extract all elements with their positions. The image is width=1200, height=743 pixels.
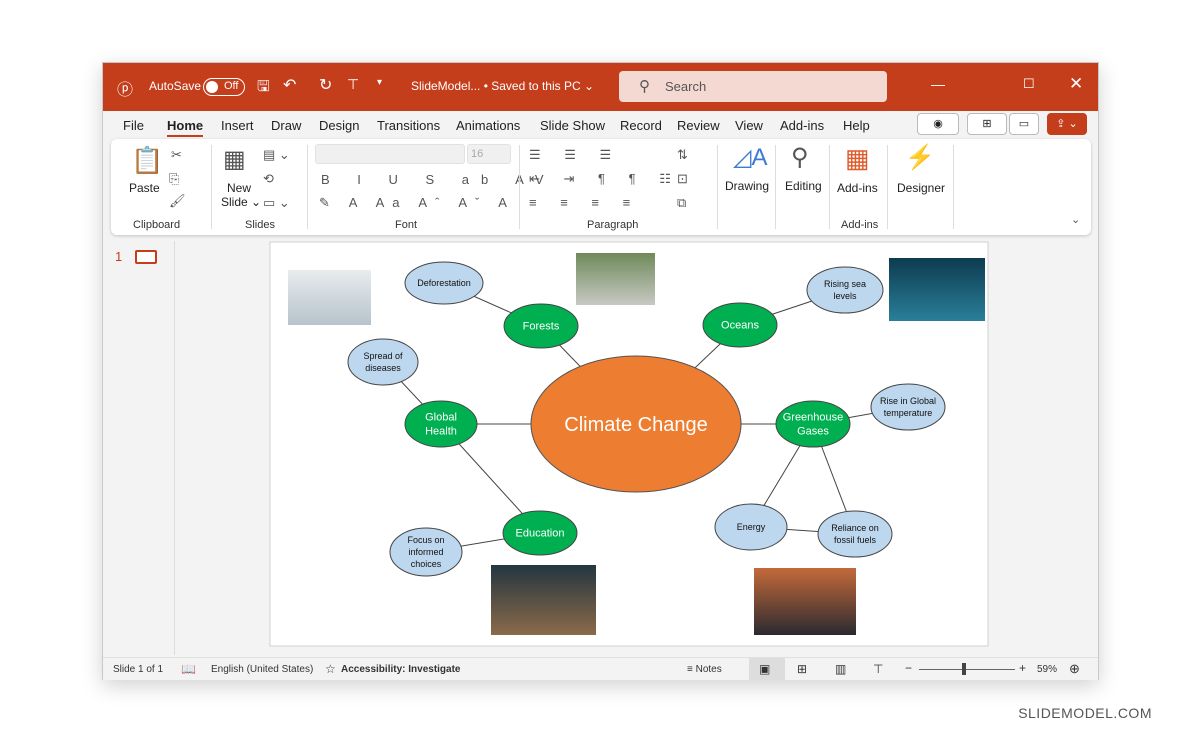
hand-image[interactable] — [288, 270, 371, 325]
secondary-node[interactable] — [870, 383, 946, 431]
node-label: Forests — [523, 321, 560, 333]
watermark: SLIDEMODEL.COM — [1018, 705, 1152, 721]
center-node-label: Climate Change — [564, 414, 707, 436]
secondary-node[interactable] — [806, 266, 884, 314]
secondary-node[interactable] — [347, 338, 419, 386]
forest-smoke-image[interactable] — [576, 253, 655, 305]
factory-image[interactable] — [754, 568, 856, 635]
primary-node[interactable] — [775, 400, 851, 448]
ocean-image[interactable] — [889, 258, 985, 321]
secondary-node[interactable] — [817, 510, 893, 558]
node-label: Focus on informed choices — [407, 535, 444, 569]
node-label: Energy — [737, 522, 766, 532]
node-label: Education — [516, 528, 565, 540]
books-image[interactable] — [491, 565, 596, 635]
node-label: Deforestation — [417, 278, 471, 288]
primary-node[interactable] — [404, 400, 478, 448]
node-label: Oceans — [721, 320, 759, 332]
slide-canvas[interactable]: Climate ChangeForests OceansGlobal HealthG… — [0, 0, 1200, 743]
